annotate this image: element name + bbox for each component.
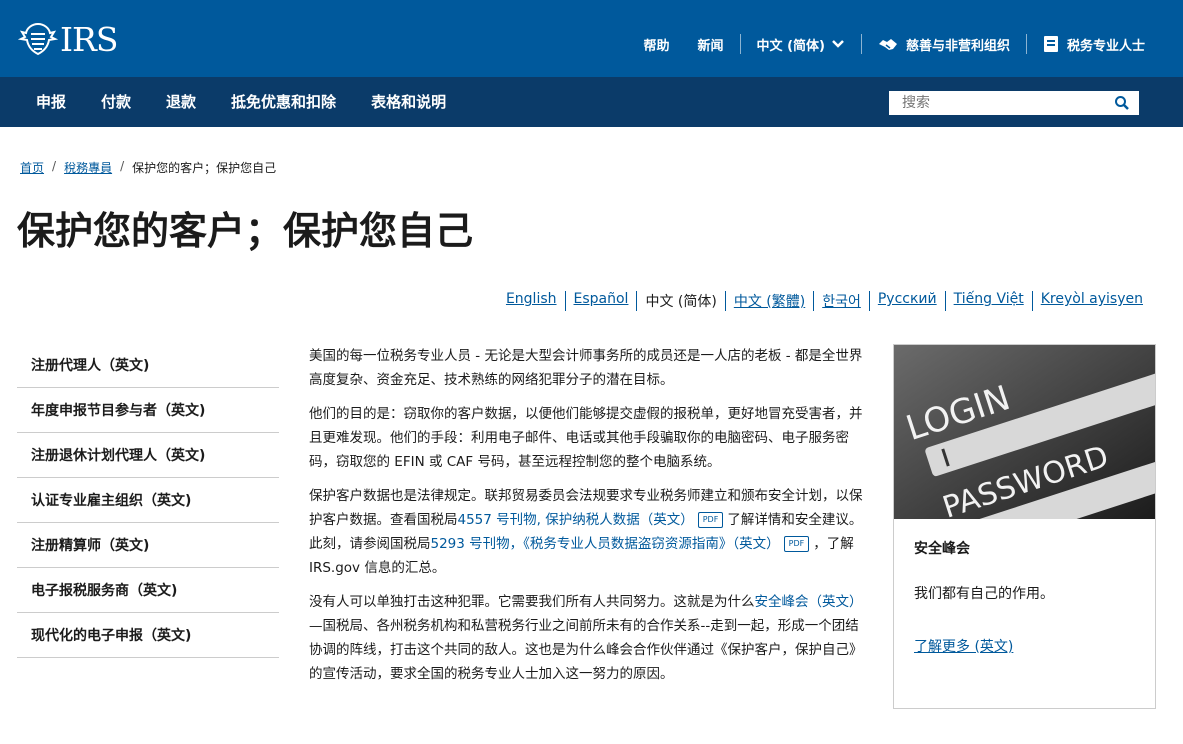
lang-chinese-traditional[interactable]: 中文 (繁體) [724,291,813,311]
divider [739,34,741,54]
charities-link-label: 慈善与非营利组织 [905,38,1010,54]
security-summit-card: LOGIN PASSWORD 安全峰会 我们都有自己的作用。 了解更多 (英文) [893,344,1156,709]
lang-english[interactable]: English [498,291,565,311]
breadcrumb-separator: / [120,159,125,173]
lang-haitian-creole[interactable]: Kreyòl ayisyen [1031,291,1151,311]
irs-logo[interactable]: IRS [18,19,118,59]
top-header: IRS 帮助 新闻 中文 (简体) 慈善与非营利组织 税务专业人士 [0,0,1183,77]
card-description: 我们都有自己的作用。 [914,586,1054,602]
divider [1025,34,1027,54]
paragraph: 没有人可以单独打击这种犯罪。它需要我们所有人共同努力。这就是为什么安全峰会（英文… [309,590,865,686]
security-summit-link[interactable]: 安全峰会（英文） [755,594,863,610]
help-link[interactable]: 帮助 [644,35,670,54]
sidebar-item-e-file-providers[interactable]: 电子报税服务商（英文) [17,568,279,613]
login-password-image: LOGIN PASSWORD [894,345,1155,519]
divider [860,34,862,54]
lang-russian[interactable]: Русский [868,291,945,311]
card-title: 安全峰会 [914,541,970,557]
sidebar-item-cpeo[interactable]: 认证专业雇主组织（英文) [17,478,279,523]
sidebar-item-actuaries[interactable]: 注册精算师（英文) [17,523,279,568]
breadcrumb-home[interactable]: 首页 [20,159,44,176]
lang-spanish[interactable]: Español [564,291,637,311]
logo-text: IRS [60,19,118,59]
language-dropdown-label: 中文 (简体) [756,38,825,54]
nav-forms-instructions[interactable]: 表格和说明 [371,91,446,112]
page-title: 保护您的客户；保护您自己 [17,209,474,253]
tax-pros-link-label: 税务专业人士 [1066,38,1145,54]
pub-5293-link[interactable]: 5293 号刊物，《税务专业人员数据盗窃资源指南》（英文） [431,536,780,552]
pdf-badge: PDF [697,512,724,528]
eagle-icon [18,22,58,56]
sidebar-item-retirement-agents[interactable]: 注册退休计划代理人（英文) [17,433,279,478]
sidebar-item-mef[interactable]: 现代化的电子申报（英文) [17,613,279,658]
news-link[interactable]: 新闻 [698,35,724,54]
lang-korean[interactable]: 한국어 [813,291,869,311]
search-icon [1115,96,1129,110]
sidebar-item-afsp[interactable]: 年度申报节目参与者（英文) [17,388,279,433]
sidebar-item-enrolled-agents[interactable]: 注册代理人（英文) [17,343,279,388]
language-dropdown[interactable]: 中文 (简体) [757,35,845,54]
breadcrumb: 首页 / 稅務專員 / 保护您的客户；保护您自己 [20,159,276,176]
paragraph-text: —国税局、各州税务机构和私营税务行业之间前所未有的合作关系--走到一起，形成一个… [309,618,863,682]
breadcrumb-separator: / [52,159,57,173]
pdf-badge: PDF [783,536,810,552]
nav-refunds[interactable]: 退款 [166,91,196,112]
lang-chinese-simplified: 中文 (简体) [636,291,724,311]
paragraph-text: 没有人可以单独打击这种犯罪。它需要我们所有人共同努力。这就是为什么 [309,594,755,610]
book-icon [1043,35,1059,53]
paragraph: 他们的目的是：窃取你的客户数据，以便他们能够提交虚假的报税单，更好地冒充受害者，… [309,406,863,470]
search-button[interactable] [1114,95,1130,115]
chevron-down-icon [832,40,844,48]
tax-pros-link[interactable]: 税务专业人士 [1043,35,1145,54]
charities-link[interactable]: 慈善与非营利组织 [878,35,1010,54]
lang-vietnamese[interactable]: Tiếng Việt [944,291,1032,311]
paragraph: 保护客户数据也是法律规定。联邦贸易委员会法规要求专业税务师建立和颁布安全计划，以… [309,484,865,580]
breadcrumb-current: 保护您的客户；保护您自己 [132,161,277,175]
paragraph: 美国的每一位税务专业人员 - 无论是大型会计师事务所的成员还是一人店的老板 - … [309,348,863,388]
search-input[interactable] [890,92,1112,114]
sidebar-nav: 注册代理人（英文) 年度申报节目参与者（英文) 注册退休计划代理人（英文) 认证… [17,343,279,658]
handshake-icon [878,36,898,52]
search-box [889,91,1139,115]
nav-credits-deductions[interactable]: 抵免优惠和扣除 [231,91,336,112]
learn-more-link[interactable]: 了解更多 (英文) [914,636,1013,656]
breadcrumb-section[interactable]: 稅務專員 [64,159,112,176]
main-content: 美国的每一位税务专业人员 - 无论是大型会计师事务所的成员还是一人店的老板 - … [309,344,865,696]
pub-4557-link[interactable]: 4557 号刊物, 保护纳税人数据（英文） [458,512,694,528]
nav-pay[interactable]: 付款 [101,91,131,112]
nav-file[interactable]: 申报 [36,91,66,112]
utility-nav: 帮助 新闻 中文 (简体) 慈善与非营利组织 税务专业人士 [644,34,1145,54]
language-switcher: English Español 中文 (简体) 中文 (繁體) 한국어 Русс… [498,291,1151,311]
